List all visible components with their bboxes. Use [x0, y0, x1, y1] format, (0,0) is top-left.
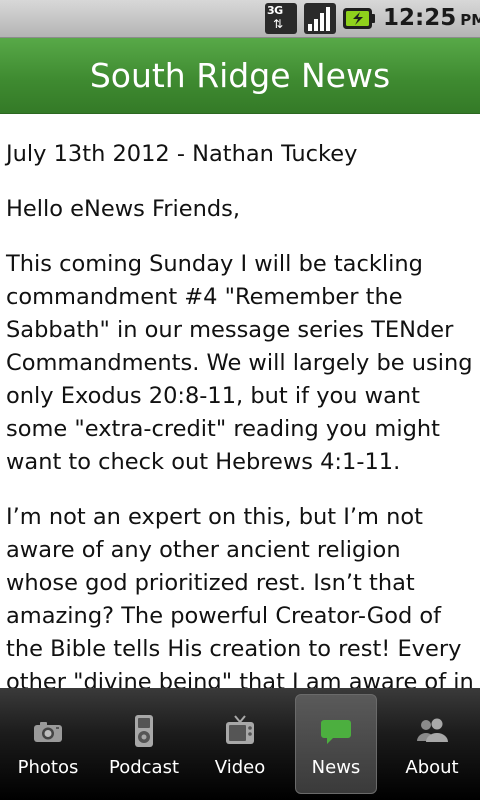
tab-video[interactable]: Video: [192, 688, 288, 800]
clock-ampm: PM: [460, 11, 480, 29]
network-type-label: 3G: [267, 4, 283, 17]
article-paragraph: I’m not an expert on this, but I’m not a…: [6, 504, 474, 688]
clock-time: 12:25: [383, 5, 457, 31]
tab-about[interactable]: About: [384, 688, 480, 800]
app-title: South Ridge News: [89, 56, 391, 95]
app-title-bar: South Ridge News: [0, 38, 480, 114]
article-byline: July 13th 2012 - Nathan Tuckey: [6, 141, 358, 167]
network-3g-icon: 3G ⇅: [265, 3, 297, 34]
signal-strength-icon: [304, 3, 336, 34]
speech-bubble-icon: [321, 720, 351, 744]
status-bar: 3G ⇅ 12:25 PM: [0, 0, 480, 38]
people-icon: [417, 718, 448, 742]
tab-label: Photos: [17, 757, 79, 778]
battery-charging-icon: [343, 8, 375, 29]
article-paragraph: This coming Sunday I will be tackling co…: [6, 251, 473, 475]
bottom-tab-bar: Photos Podcast Video News About: [0, 688, 480, 800]
media-player-icon: [135, 715, 153, 747]
article-content[interactable]: July 13th 2012 - Nathan Tuckey Hello eNe…: [0, 114, 480, 688]
tab-photos[interactable]: Photos: [0, 688, 96, 800]
television-icon: [226, 715, 254, 744]
tab-label: News: [311, 757, 361, 778]
tab-label: Podcast: [108, 757, 179, 778]
tab-news[interactable]: News: [288, 688, 384, 800]
camera-icon: [34, 722, 62, 742]
tab-label: About: [405, 757, 459, 778]
article-body: July 13th 2012 - Nathan Tuckey Hello eNe…: [0, 114, 480, 688]
data-arrows-icon: ⇅: [273, 17, 284, 31]
article-greeting: Hello eNews Friends,: [6, 196, 241, 222]
screen: 3G ⇅ 12:25 PM South Ridge News July 13th …: [0, 0, 480, 800]
status-clock: 12:25 PM: [383, 5, 480, 31]
tab-podcast[interactable]: Podcast: [96, 688, 192, 800]
tab-label: Video: [214, 757, 266, 778]
